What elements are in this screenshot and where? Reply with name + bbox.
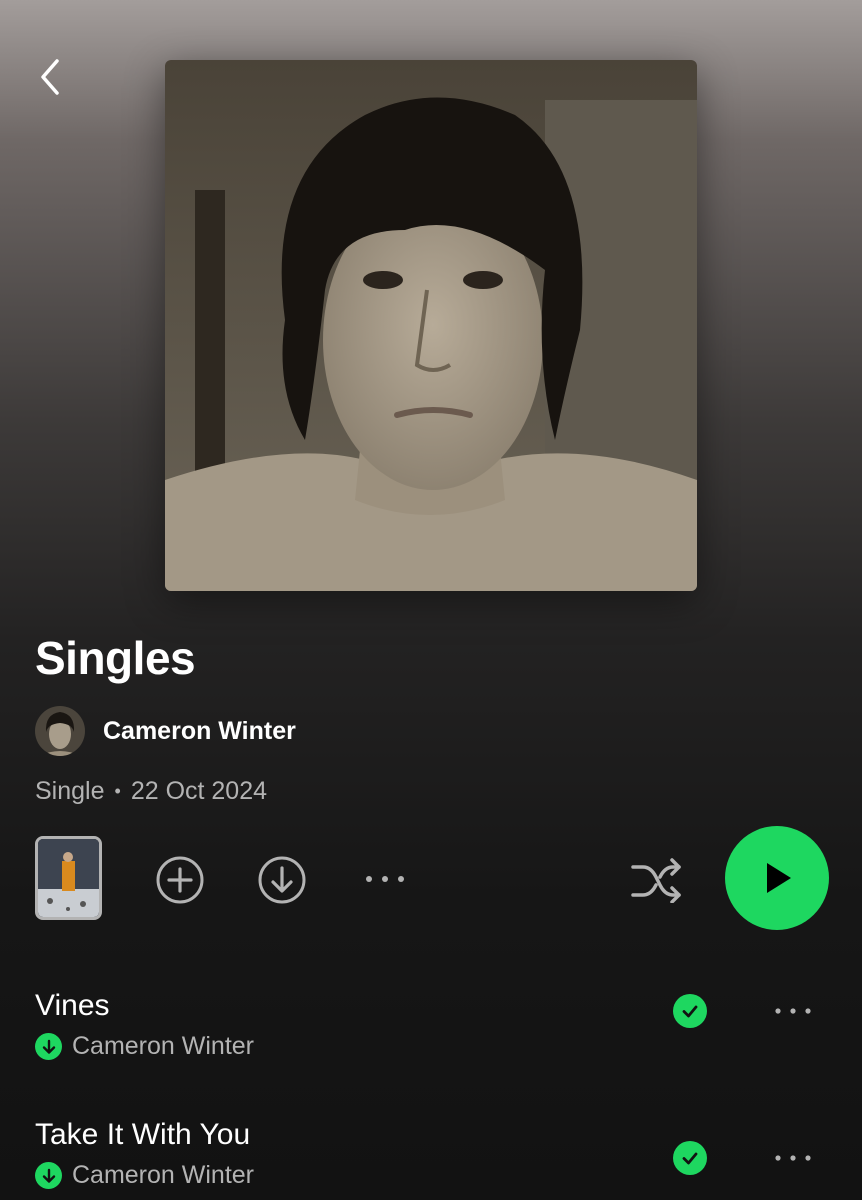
play-icon	[767, 863, 791, 893]
track-row[interactable]: Vines Cameron Winter	[35, 986, 830, 1086]
download-circle-icon	[258, 856, 306, 904]
saved-check-button[interactable]	[673, 1141, 707, 1175]
back-button[interactable]	[28, 52, 72, 102]
track-subtitle: Cameron Winter	[35, 1032, 254, 1061]
check-icon	[682, 1005, 698, 1018]
check-icon	[682, 1152, 698, 1165]
artist-name: Cameron Winter	[103, 716, 296, 745]
shuffle-icon	[631, 858, 681, 903]
artist-link[interactable]: Cameron Winter	[35, 706, 296, 756]
track-title: Vines	[35, 989, 110, 1022]
track-more-button[interactable]	[771, 996, 815, 1026]
track-title: Take It With You	[35, 1118, 251, 1151]
shuffle-button[interactable]	[627, 853, 685, 907]
more-options-button[interactable]	[360, 864, 410, 894]
album-meta: Single • 22 Oct 2024	[35, 777, 267, 806]
more-horizontal-icon	[775, 1155, 811, 1161]
release-type: Single	[35, 777, 105, 805]
track-artist: Cameron Winter	[72, 1032, 254, 1060]
play-button[interactable]	[725, 826, 829, 930]
track-subtitle: Cameron Winter	[35, 1161, 254, 1190]
action-bar	[35, 826, 830, 930]
meta-separator: •	[114, 781, 121, 801]
add-to-library-button[interactable]	[153, 853, 207, 907]
track-row[interactable]: Take It With You Cameron Winter	[35, 1115, 830, 1200]
album-cover	[165, 60, 697, 591]
release-date: 22 Oct 2024	[130, 777, 268, 805]
avatar	[35, 706, 85, 756]
plus-circle-icon	[156, 856, 204, 904]
download-button[interactable]	[255, 853, 309, 907]
chevron-left-icon	[41, 59, 59, 95]
downloaded-icon	[35, 1033, 62, 1060]
more-horizontal-icon	[366, 876, 404, 882]
album-title: Singles	[35, 632, 196, 684]
saved-check-button[interactable]	[673, 994, 707, 1028]
downloaded-icon	[35, 1162, 62, 1189]
preview-thumbnail[interactable]	[35, 836, 102, 920]
more-horizontal-icon	[775, 1008, 811, 1014]
track-more-button[interactable]	[771, 1143, 815, 1173]
track-artist: Cameron Winter	[72, 1161, 254, 1189]
